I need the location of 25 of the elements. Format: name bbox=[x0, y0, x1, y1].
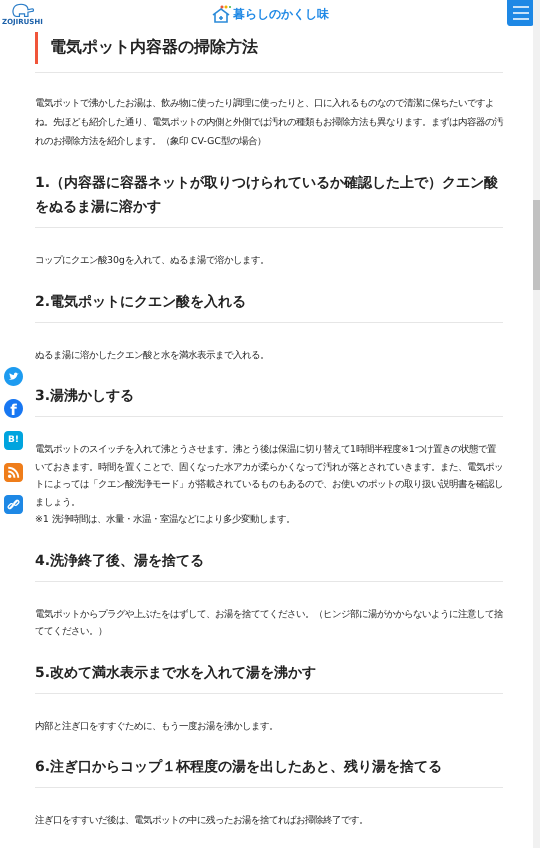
paragraph: 電気ポットで沸かしたお湯は、飲み物に使ったり調理に使ったりと、口に入れるものなので清潔に保ちたいですよね。先ほども紹介した通り、電気ポットの内側と外側では汚れの種類もお掃除方法も異なります。まずは内容器の汚れのお掃除方法を紹介します。（象印 CV-GC型の場合） bbox=[35, 97, 503, 149]
step-heading: 5.改めて満水表示まで水を入れて湯を沸かす bbox=[35, 664, 318, 682]
scrollbar-thumb[interactable] bbox=[533, 200, 540, 290]
article-title: 電気ポット内容器の掃除方法 bbox=[35, 32, 503, 64]
link-icon[interactable] bbox=[4, 495, 23, 514]
bird-icon[interactable] bbox=[4, 367, 23, 386]
paragraph: 電気ポットからプラグや上ぶたをはずして、お湯を捨ててください。（ヒンジ部に湯がかからないように注意して捨ててください。） bbox=[35, 608, 503, 639]
site-logo[interactable]: 暮らしのかくし味 bbox=[233, 6, 329, 22]
rss-icon[interactable] bbox=[4, 463, 23, 482]
step-heading: 2.電気ポットにクエン酸を入れる bbox=[35, 292, 248, 312]
menu-button[interactable] bbox=[507, 0, 534, 26]
step-heading: 3.湯沸かしする bbox=[35, 387, 136, 406]
facebook-button[interactable]: f bbox=[4, 399, 23, 418]
paragraph: コップにクエン酸30gを入れて、ぬるま湯で溶かします。 bbox=[35, 254, 270, 268]
paragraph: 内部と注ぎ口をすすぐために、もう一度お湯を沸かします。 bbox=[35, 720, 279, 734]
paragraph: 注ぎ口をすすいだ後は、電気ポットの中に残ったお湯を捨てればお掃除終了です。 bbox=[35, 814, 369, 828]
step-heading: 6.注ぎ口からコップ１杯程度の湯を出したあと、残り湯を捨てる bbox=[35, 758, 444, 777]
step-heading: 1.（内容器に容器ネットが取りつけられているか確認した上で）クエン酸をぬるま湯に溶かす bbox=[35, 174, 500, 217]
paragraph: ※1 洗浄時間は、水量・水温・室温などにより多少変動します。 bbox=[35, 513, 296, 527]
paragraph: ぬるま湯に溶かしたクエン酸と水を満水表示まで入れる。 bbox=[35, 348, 270, 362]
house-icon bbox=[211, 5, 231, 23]
paragraph: 電気ポットのスイッチを入れて沸とうさせます。沸とう後は保温に切り替えて1時間半程度※1つけ置きの状態で置いておきます。時間を置くことで、固くなった水アカが柔らかくなって汚れが落とされていきます。また、電気ポットによっては「クエン酸洗浄モード」が搭載されているものもあるので、お使いのポットの取り扱い説明書を確認しましょう。 bbox=[35, 443, 503, 510]
bookmark-button[interactable]: B! bbox=[4, 431, 23, 450]
step-heading: 4.洗浄終了後、湯を捨てる bbox=[35, 552, 206, 570]
menu-icon bbox=[512, 6, 528, 20]
